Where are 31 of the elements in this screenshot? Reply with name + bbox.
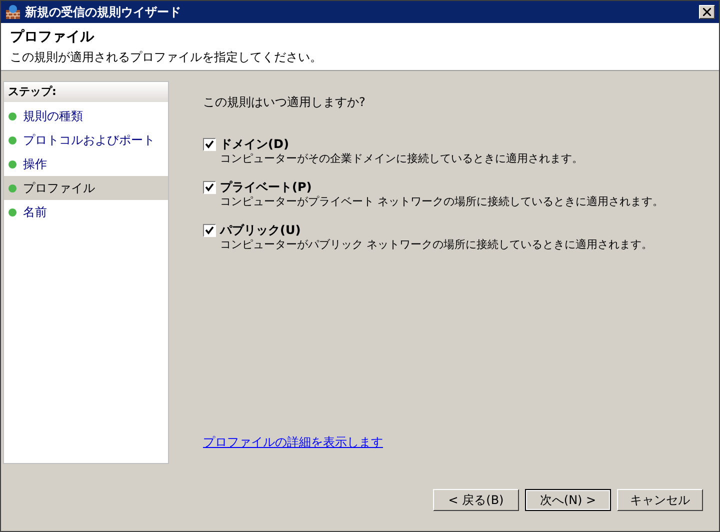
status-dot-icon	[8, 184, 17, 192]
details-link[interactable]: プロファイルの詳細を表示します	[203, 433, 719, 451]
step-item[interactable]: 名前	[4, 200, 168, 224]
checkbox-description: コンピューターがパブリック ネットワークの場所に接続しているときに適用されます。	[220, 238, 652, 252]
checkbox[interactable]	[203, 138, 216, 151]
wizard-button[interactable]: < 戻る(B)	[433, 489, 519, 511]
checkbox[interactable]	[203, 224, 216, 237]
checkbox-label: プライベート(P)	[220, 180, 313, 195]
step-item[interactable]: 操作	[4, 152, 168, 176]
question-text: この規則はいつ適用しますか?	[203, 94, 366, 111]
wizard-button[interactable]: キャンセル	[617, 489, 703, 511]
close-button[interactable]	[699, 5, 715, 19]
step-item[interactable]: 規則の種類	[4, 104, 168, 128]
status-dot-icon	[8, 160, 17, 168]
status-dot-icon	[8, 208, 17, 216]
step-item[interactable]: プロファイル	[4, 176, 168, 200]
page-title: プロファイル	[10, 28, 96, 46]
wizard-button[interactable]: 次へ(N) >	[525, 489, 611, 511]
close-icon	[703, 8, 711, 16]
status-dot-icon	[8, 112, 17, 120]
firewall-icon	[5, 4, 21, 20]
checkbox-label: ドメイン(D)	[220, 137, 290, 152]
window-title: 新規の受信の規則ウイザード	[25, 4, 182, 21]
checkbox[interactable]	[203, 181, 216, 194]
steps-title: ステップ:	[8, 84, 56, 100]
status-dot-icon	[8, 136, 17, 144]
page-subtitle: この規則が適用されるプロファイルを指定してください。	[10, 50, 323, 64]
checkbox-label: パブリック(U)	[220, 223, 302, 238]
step-item[interactable]: プロトコルおよびポート	[4, 128, 168, 152]
checkbox-description: コンピューターがプライベート ネットワークの場所に接続しているときに適用されます。	[220, 195, 664, 209]
checkbox-description: コンピューターがその企業ドメインに接続しているときに適用されます。	[220, 152, 583, 166]
